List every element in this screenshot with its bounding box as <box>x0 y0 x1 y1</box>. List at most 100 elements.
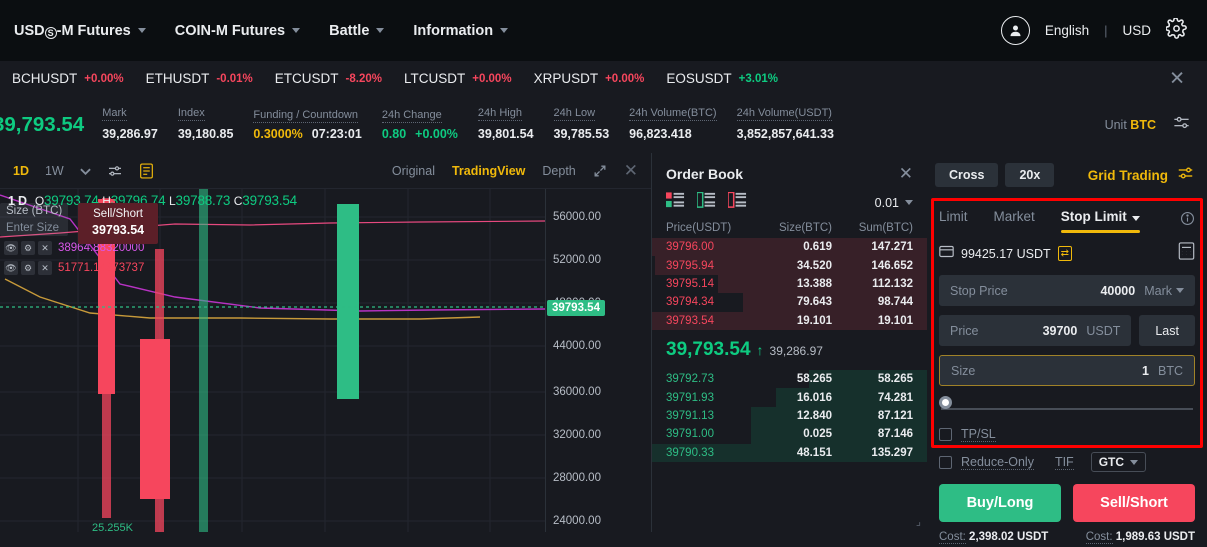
bid-sum: 135.297 <box>871 446 913 459</box>
settings-gear-icon[interactable] <box>1165 16 1187 44</box>
indicator-visibility-icon[interactable]: 👁 <box>4 261 18 275</box>
order-book-row-ask[interactable]: 39795.14 13.388 112.132 <box>652 274 927 294</box>
timeframe-1w[interactable]: 1W <box>45 164 64 178</box>
sell-short-button[interactable]: Sell/Short <box>1073 484 1195 522</box>
tif-selector[interactable]: GTC <box>1090 452 1147 472</box>
fullscreen-icon[interactable] <box>593 164 607 178</box>
order-entry-panel: Cross 20x Grid Trading Limit Market Stop… <box>927 153 1207 544</box>
close-icon[interactable]: ✕ <box>1169 69 1185 88</box>
order-book-row-ask[interactable]: 39793.54 19.101 19.101 <box>652 311 927 330</box>
close-icon[interactable]: ✕ <box>899 165 913 182</box>
order-preferences-icon[interactable] <box>1176 164 1195 187</box>
view-bids-only-icon[interactable] <box>696 191 716 213</box>
size-label: Size <box>951 363 976 378</box>
tpsl-checkbox[interactable] <box>939 428 952 441</box>
chart-view-switcher: Original TradingView Depth ✕ <box>392 162 638 179</box>
chart-view-tradingview[interactable]: TradingView <box>452 164 525 178</box>
user-account-icon[interactable] <box>1000 16 1030 45</box>
calculator-icon[interactable] <box>1178 242 1195 265</box>
ask-size: 0.619 <box>803 241 832 254</box>
buy-long-button[interactable]: Buy/Long <box>939 484 1061 522</box>
tpsl-label[interactable]: TP/SL <box>961 427 996 442</box>
ticker-item[interactable]: EOSUSDT +3.01% <box>666 71 778 86</box>
nav-separator: | <box>1104 23 1108 38</box>
price-field[interactable]: Price 39700 USDT <box>939 315 1132 346</box>
close-icon[interactable]: ✕ <box>624 162 638 179</box>
ask-sum: 19.101 <box>877 314 913 327</box>
current-price-badge: 39793.54 <box>547 300 605 316</box>
nav-information[interactable]: Information <box>413 23 509 39</box>
grid-trading-link[interactable]: Grid Trading <box>1088 168 1168 183</box>
order-book-header: Order Book ✕ <box>652 153 927 190</box>
indicator-settings-icon[interactable]: ⚙ <box>21 261 35 275</box>
swap-asset-icon[interactable]: ⇄ <box>1057 246 1073 261</box>
buy-cost-value: 2,398.02 USDT <box>969 531 1049 543</box>
tab-market[interactable]: Market <box>994 209 1035 233</box>
nav-battle[interactable]: Battle <box>329 23 385 39</box>
view-both-sides-icon[interactable] <box>666 192 685 213</box>
y-axis-tick: 56000.00 <box>553 211 601 223</box>
ticker-symbol: ETHUSDT <box>145 71 210 86</box>
stat-value: 3,852,857,641.33 <box>736 126 834 141</box>
ask-price: 39795.14 <box>666 277 714 290</box>
ticker-item[interactable]: XRPUSDT +0.00% <box>534 71 645 86</box>
ticker-change: +3.01% <box>738 72 778 85</box>
indicator-remove-icon[interactable]: ✕ <box>38 261 52 275</box>
indicator-settings-icon[interactable]: ⚙ <box>21 241 35 255</box>
chart-indicators-icon[interactable] <box>139 163 154 179</box>
sell-cost-value: 1,989.63 USDT <box>1115 531 1195 543</box>
order-book-row-ask[interactable]: 39795.94 34.520 146.652 <box>652 256 927 275</box>
slider-handle[interactable] <box>939 396 952 409</box>
ticker-item[interactable]: ETCUSDT -8.20% <box>275 71 382 86</box>
order-type-tabs: Limit Market Stop Limit <box>927 197 1207 233</box>
stop-price-field[interactable]: Stop Price 40000 Mark <box>939 275 1195 306</box>
ticker-item[interactable]: BCHUSDT +0.00% <box>12 71 124 86</box>
tab-limit[interactable]: Limit <box>939 209 968 233</box>
ticker-item[interactable]: ETHUSDT -0.01% <box>146 71 253 86</box>
indicator-remove-icon[interactable]: ✕ <box>38 241 52 255</box>
language-selector[interactable]: English <box>1045 23 1089 38</box>
view-asks-only-icon[interactable] <box>727 191 747 213</box>
chart-view-original[interactable]: Original <box>392 164 435 178</box>
order-book-row-bid[interactable]: 39791.00 0.025 87.146 <box>652 425 927 444</box>
margin-mode-button[interactable]: Cross <box>935 163 999 187</box>
currency-selector[interactable]: USD <box>1122 23 1151 38</box>
nav-usds-m-futures[interactable]: USD S -M Futures <box>14 23 146 39</box>
settings-sliders-icon[interactable] <box>1172 113 1191 137</box>
resize-handle-icon[interactable]: ⌟ <box>916 515 921 528</box>
chart-canvas[interactable]: 1 D O 39793.74 H 39796.74 L 39788.73 C 39793… <box>0 189 651 532</box>
reduce-only-label[interactable]: Reduce-Only <box>961 455 1034 470</box>
nav-usds-label-post: -M Futures <box>56 22 131 39</box>
indicator-visibility-icon[interactable]: 👁 <box>4 241 18 255</box>
leverage-button[interactable]: 20x <box>1005 163 1055 187</box>
cost-row: Cost: 2,398.02 USDT Cost: 1,989.63 USDT <box>927 522 1207 544</box>
size-field[interactable]: Size 1 BTC <box>939 355 1195 386</box>
timeframe-dropdown-icon[interactable] <box>80 167 91 175</box>
order-book-row-ask[interactable]: 39796.00 0.619 147.271 <box>652 238 927 257</box>
order-book-row-bid[interactable]: 39790.33 48.151 135.297 <box>652 443 927 462</box>
tab-stop-limit[interactable]: Stop Limit <box>1060 209 1140 233</box>
order-book-row-bid[interactable]: 39792.73 58.265 58.265 <box>652 369 927 389</box>
ask-price: 39793.54 <box>666 314 714 327</box>
order-book-row-ask[interactable]: 39794.34 79.643 98.744 <box>652 293 927 312</box>
unit-toggle[interactable]: Unit BTC <box>1105 118 1156 132</box>
stat-value: 39,785.53 <box>553 126 610 141</box>
chart-view-depth[interactable]: Depth <box>542 164 575 178</box>
order-book-asks: 39796.00 0.619 147.271 39795.94 34.520 1… <box>652 238 927 330</box>
stop-price-trigger-selector[interactable]: Mark <box>1144 284 1184 298</box>
timeframe-1d[interactable]: 1D <box>13 164 29 178</box>
last-price-button[interactable]: Last <box>1139 315 1195 346</box>
reduce-only-checkbox[interactable] <box>939 455 952 469</box>
stat-24h-volume-btc: 24h Volume(BTC) 96,823.418 <box>629 107 717 143</box>
size-percent-slider[interactable] <box>927 395 1207 417</box>
price-unit: USDT <box>1086 323 1121 338</box>
order-book-row-bid[interactable]: 39791.93 16.016 74.281 <box>652 388 927 407</box>
size-card-placeholder: Enter Size <box>6 222 60 234</box>
chart-settings-icon[interactable] <box>107 163 123 179</box>
order-book-row-bid[interactable]: 39791.13 12.840 87.121 <box>652 406 927 426</box>
info-icon[interactable] <box>1180 211 1195 231</box>
nav-coin-m-futures[interactable]: COIN-M Futures <box>175 23 301 39</box>
order-book-precision-selector[interactable]: 0.01 <box>875 196 913 210</box>
change-abs: 0.80 <box>381 126 407 141</box>
ticker-item[interactable]: LTCUSDT +0.00% <box>404 71 512 86</box>
